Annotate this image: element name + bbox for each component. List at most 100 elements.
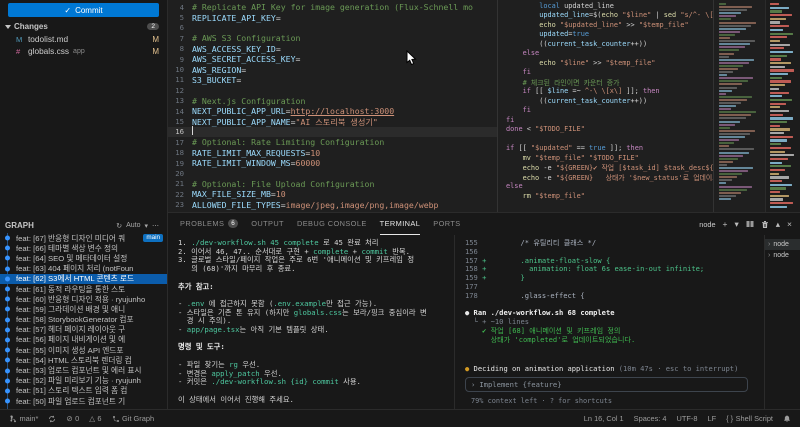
plus-icon[interactable]: +: [723, 219, 728, 229]
text-segment: [506, 87, 523, 95]
text-segment: 만 접근 가능).: [326, 299, 377, 308]
commit-dot-icon: [5, 327, 10, 332]
changed-file-row[interactable]: Mtodolist.mdM: [0, 33, 167, 45]
graph-commit-row[interactable]: feat: [56] 페이지 내비게이션 및 에: [0, 335, 167, 345]
graph-commit-row[interactable]: feat: [51] 스토리 텍스트 입력 폼 컴: [0, 386, 167, 396]
panel-tab-ports[interactable]: PORTS: [433, 213, 460, 235]
graph-commit-row[interactable]: feat: [50] 파일 업로드 컴포넌트 기: [0, 396, 167, 406]
refresh-icon[interactable]: ↻: [116, 222, 122, 230]
text-segment: updated: [539, 30, 568, 38]
minimap-line: [719, 25, 751, 27]
code-line: ((current_task_counter++)): [506, 96, 713, 106]
panel-tab-problems[interactable]: PROBLEMS6: [180, 213, 238, 235]
git-branch-icon: [9, 414, 17, 423]
graph-commit-row[interactable]: feat: [62] S3에서 HTML 콘텐츠 로드: [0, 274, 167, 284]
graph-commit-row[interactable]: feat: [64] SEO 및 메타데이터 설정: [0, 253, 167, 263]
text-segment: -e: [539, 174, 556, 182]
graph-label: GRAPH: [5, 221, 34, 230]
text-segment: |: [651, 11, 663, 19]
env-code: 4# Replicate API Key for image generatio…: [168, 2, 497, 210]
chevron-down-icon[interactable]: ▾: [144, 222, 148, 230]
editor-shell-script[interactable]: local updated_line updated_line=$(echo "…: [498, 0, 714, 212]
graph-commit-row[interactable]: feat: [53] 업로드 컴포넌트 및 에러 표시: [0, 365, 167, 375]
split-icon[interactable]: [746, 220, 754, 228]
strip-code-line: [770, 3, 779, 5]
problems-errors[interactable]: ⊘0: [66, 414, 79, 423]
minimap-line: [719, 105, 736, 107]
changed-file-row[interactable]: #globals.cssappM: [0, 45, 167, 57]
code-text: else: [506, 182, 523, 190]
code-text: echo -e "${GREEN} 상태가 '$new_status'로 업데이…: [506, 172, 714, 182]
panel-tab-terminal[interactable]: TERMINAL: [380, 213, 421, 235]
eol[interactable]: LF: [707, 414, 716, 423]
language-mode[interactable]: { }Shell Script: [726, 414, 773, 423]
terminal-output-right[interactable]: 155 /* 유틸리티 클래스 */156157 + .animate-floa…: [454, 235, 764, 409]
graph-commit-row[interactable]: feat: [54] HTML 스토리북 렌더링 컴: [0, 355, 167, 365]
text-segment: }: [486, 273, 524, 282]
minimap-line: [719, 18, 731, 20]
editor-env-file[interactable]: 4# Replicate API Key for image generatio…: [168, 0, 498, 212]
strip-code-line: [770, 77, 782, 79]
minimap[interactable]: [714, 0, 766, 212]
code-text: REPLICATE_API_KEY=: [192, 13, 281, 23]
close-icon[interactable]: ×: [787, 219, 792, 229]
terminal-list-item[interactable]: ›node: [765, 250, 800, 261]
line-number: 9: [168, 55, 192, 64]
graph-commit-row[interactable]: feat: [66] 테마별 색상 변수 정의: [0, 243, 167, 253]
panel-tab-debug-console[interactable]: DEBUG CONSOLE: [297, 213, 367, 235]
graph-commit-row[interactable]: feat: [58] StorybookGenerator 컴포: [0, 315, 167, 325]
sync-indicator[interactable]: [48, 415, 56, 423]
chevron-up-icon[interactable]: ▴: [776, 219, 780, 230]
panel-tab-output[interactable]: OUTPUT: [251, 213, 284, 235]
notifications-bell[interactable]: [783, 414, 791, 423]
text-segment: RATE_LIMIT_MAX_REQUESTS: [192, 148, 305, 158]
changes-section-header[interactable]: Changes 2: [0, 19, 167, 33]
graph-commit-row[interactable]: feat: [63] 404 페이지 처리 (notFoun: [0, 264, 167, 274]
terminal-list-item[interactable]: ›node: [765, 239, 800, 250]
trash-icon[interactable]: [761, 220, 769, 229]
strip-code-line: [770, 195, 789, 197]
text-segment: image/jpeg,image/png,image/webp: [286, 200, 439, 210]
markdown-file-icon: M: [16, 35, 24, 44]
minimap-line: [719, 6, 752, 8]
graph-commit-row[interactable]: feat: [55] 이미지 생성 API 엔드포: [0, 345, 167, 355]
graph-commit-row[interactable]: feat: [57] 헤더 페이지 레이아웃 구: [0, 325, 167, 335]
narrow-editor-strip[interactable]: [766, 0, 800, 212]
graph-commit-row[interactable]: feat: [61] 동적 라우팅을 통한 스토: [0, 284, 167, 294]
code-line: ((current_task_counter++)): [506, 39, 713, 49]
encoding[interactable]: UTF-8: [677, 414, 698, 423]
more-icon[interactable]: ⋯: [152, 222, 159, 230]
graph-commit-row[interactable]: feat: [59] 그라데이션 배경 및 애니: [0, 304, 167, 314]
text-segment: AWS_REGION: [192, 65, 241, 75]
minimap-line: [719, 22, 756, 24]
graph-commit-row[interactable]: feat: [60] 반응형 디자인 적용 · ryujunho: [0, 294, 167, 304]
code-text: AWS_REGION=: [192, 65, 246, 75]
cursor-position[interactable]: Ln 16, Col 1: [584, 414, 624, 423]
text-segment: mv: [523, 154, 531, 162]
code-line: 23ALLOWED_FILE_TYPES=image/jpeg,image/pn…: [168, 199, 497, 209]
agent-prompt-input[interactable]: › Implement {feature}: [465, 377, 748, 392]
terminal-output-left[interactable]: 1. ./dev-workflow.sh 45 complete 로 45 완료…: [168, 235, 454, 409]
git-graph-button[interactable]: Git Graph: [112, 414, 155, 423]
branch-indicator[interactable]: main*: [9, 414, 38, 423]
problems-warnings[interactable]: △6: [89, 414, 101, 423]
chevron-down-icon[interactable]: ▾: [734, 219, 738, 230]
graph-commit-row[interactable]: feat: [52] 파일 미리보기 기능 · ryujunh: [0, 376, 167, 386]
minimap-line: [719, 182, 726, 184]
text-segment: .env.example: [273, 299, 326, 308]
graph-commit-row[interactable]: feat: [67] 반응형 디자인 미디어 쿼main: [0, 233, 167, 243]
code-line: 11S3_BUCKET=: [168, 75, 497, 85]
commit-button[interactable]: ✓ Commit: [8, 3, 159, 17]
text-segment: [506, 174, 523, 182]
terminal-profile-label[interactable]: node: [699, 220, 715, 229]
text-segment: NEXT_PUBLIC_APP_NAME: [192, 117, 291, 127]
terminal-line: - app/page.tsx는 아직 기본 템플릿 상태.: [178, 326, 450, 335]
text-segment: ./dev-workflow.sh {id} commit: [211, 377, 338, 386]
graph-auto-label[interactable]: Auto: [126, 222, 140, 229]
terminal-line: - 커밋은 ./dev-workflow.sh {id} commit 사용.: [178, 378, 450, 387]
text-segment: echo: [523, 174, 540, 182]
text-segment: ./dev-workflow.sh 68 complete: [491, 308, 615, 317]
indentation[interactable]: Spaces: 4: [634, 414, 667, 423]
strip-code-line: [770, 10, 782, 12]
graph-section-header[interactable]: GRAPH ↻ Auto ▾ ⋯: [0, 218, 167, 232]
